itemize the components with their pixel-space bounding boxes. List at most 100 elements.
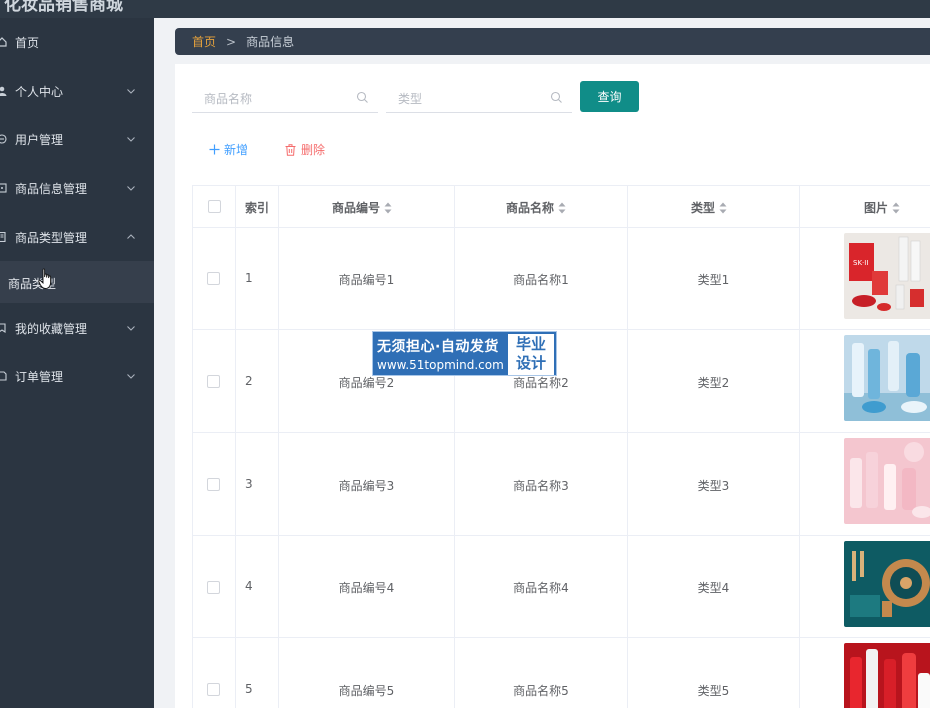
- hand-cursor-icon: [38, 268, 52, 289]
- column-header-image[interactable]: 图片: [864, 199, 900, 216]
- sidebar-item-label: 用户管理: [15, 132, 64, 147]
- watermark-tag-line1: 毕业: [515, 335, 546, 353]
- select-all-checkbox[interactable]: [208, 200, 221, 213]
- column-header-label: 图片: [864, 201, 889, 215]
- sidebar-subitem-category[interactable]: 商品类型: [0, 261, 154, 303]
- column-divider: [235, 186, 236, 708]
- chevron-up-icon: [127, 234, 135, 239]
- sidebar-item-personal-center[interactable]: 个人中心: [0, 67, 154, 115]
- column-divider: [799, 186, 800, 708]
- chevron-down-icon: [127, 137, 135, 142]
- sidebar-item-user-management[interactable]: 用户管理: [0, 115, 154, 163]
- watermark-tag-line2: 设计: [515, 354, 546, 372]
- row-checkbox[interactable]: [207, 478, 220, 491]
- sidebar-item-category-management[interactable]: 商品类型管理: [0, 213, 154, 261]
- product-thumbnail[interactable]: [844, 541, 930, 627]
- product-name-search-input[interactable]: 商品名称: [192, 83, 378, 113]
- home-icon: [0, 37, 7, 47]
- row-checkbox[interactable]: [207, 272, 220, 285]
- sidebar-item-label: 个人中心: [15, 84, 64, 99]
- row-divider: [193, 535, 930, 536]
- column-header-name[interactable]: 商品名称: [506, 199, 566, 216]
- type-search-input[interactable]: 类型: [386, 83, 572, 113]
- row-checkbox[interactable]: [207, 581, 220, 594]
- add-button-label: 新增: [224, 143, 249, 157]
- add-button[interactable]: 新增: [209, 141, 248, 158]
- sidebar-item-favorites[interactable]: 我的收藏管理: [0, 304, 154, 352]
- sort-icon[interactable]: [558, 202, 566, 214]
- watermark-slogan: 无须担心·自动发货: [377, 339, 499, 355]
- row-divider: [193, 637, 930, 638]
- user-icon: [0, 86, 7, 96]
- cell-type: 类型3: [697, 479, 730, 493]
- cell-code: 商品编号3: [338, 479, 395, 493]
- app-title: 化妆品销售商城: [4, 0, 123, 15]
- cell-code: 商品编号1: [338, 273, 395, 287]
- row-checkbox[interactable]: [207, 375, 220, 388]
- cell-type: 类型4: [697, 581, 730, 595]
- sidebar-item-orders[interactable]: 订单管理: [0, 352, 154, 400]
- column-header-label: 商品名称: [506, 201, 555, 215]
- chevron-down-icon: [127, 186, 135, 191]
- chevron-down-icon: [127, 89, 135, 94]
- product-thumbnail[interactable]: SK·II: [844, 233, 930, 319]
- cell-index: 4: [245, 579, 253, 593]
- column-header-label: 索引: [245, 201, 270, 215]
- cell-name: 商品名称4: [513, 581, 569, 595]
- search-icon: [550, 91, 562, 103]
- cell-code: 商品编号4: [338, 581, 395, 595]
- sort-icon[interactable]: [892, 202, 900, 214]
- sidebar-item-home[interactable]: 首页: [0, 18, 154, 66]
- column-header-type[interactable]: 类型: [691, 199, 727, 216]
- column-header-label: 商品编号: [332, 201, 381, 215]
- sidebar-item-label: 商品类型管理: [15, 230, 88, 245]
- product-thumbnail[interactable]: [844, 335, 930, 421]
- sidebar-item-label: 商品信息管理: [15, 181, 88, 196]
- row-divider: [193, 432, 930, 433]
- breadcrumb-home-link[interactable]: 首页: [192, 33, 216, 50]
- cell-code: 商品编号2: [338, 376, 395, 390]
- sort-icon[interactable]: [719, 202, 727, 214]
- product-table: 索引 商品编号 商品名称 类型 图片 1 商品编号1 商品名称1 类型1 SK·…: [192, 185, 930, 708]
- column-header-label: 类型: [691, 201, 716, 215]
- sidebar-item-label: 订单管理: [15, 369, 64, 384]
- cell-index: 2: [245, 374, 253, 388]
- column-divider: [627, 186, 628, 708]
- cell-type: 类型5: [697, 684, 730, 698]
- cell-type: 类型1: [697, 273, 730, 287]
- search-icon: [356, 91, 368, 103]
- cell-code: 商品编号5: [338, 684, 395, 698]
- cell-index: 1: [245, 271, 253, 285]
- sidebar-item-product-management[interactable]: 商品信息管理: [0, 164, 154, 212]
- product-icon: [0, 183, 7, 193]
- row-divider: [193, 329, 930, 330]
- cell-name: 商品名称2: [513, 376, 569, 390]
- row-divider: [193, 227, 930, 228]
- column-divider: [278, 186, 279, 708]
- svg-text:SK·II: SK·II: [853, 259, 868, 267]
- product-thumbnail[interactable]: [844, 438, 930, 524]
- breadcrumb-current: 商品信息: [246, 35, 295, 49]
- product-thumbnail[interactable]: [844, 643, 930, 708]
- column-header-code[interactable]: 商品编号: [332, 199, 392, 216]
- delete-button-label: 删除: [301, 143, 326, 157]
- sort-icon[interactable]: [384, 202, 392, 214]
- chevron-down-icon: [127, 374, 135, 379]
- breadcrumb: 首页 > 商品信息: [175, 28, 930, 55]
- sidebar-item-label: 首页: [15, 35, 40, 50]
- cell-index: 3: [245, 477, 253, 491]
- cell-name: 商品名称3: [513, 479, 569, 493]
- users-icon: [0, 134, 7, 144]
- query-button[interactable]: 查询: [580, 81, 639, 112]
- breadcrumb-separator: >: [226, 34, 237, 49]
- delete-button[interactable]: 删除: [285, 141, 325, 158]
- cell-index: 5: [245, 682, 253, 696]
- favorite-icon: [0, 323, 7, 334]
- row-checkbox[interactable]: [207, 683, 220, 696]
- search-placeholder: 商品名称: [204, 92, 253, 106]
- cell-name: 商品名称5: [513, 684, 569, 698]
- column-header-index: 索引: [245, 199, 269, 216]
- category-icon: [0, 231, 7, 243]
- trash-icon: [285, 143, 296, 156]
- sidebar-item-label: 我的收藏管理: [15, 321, 88, 336]
